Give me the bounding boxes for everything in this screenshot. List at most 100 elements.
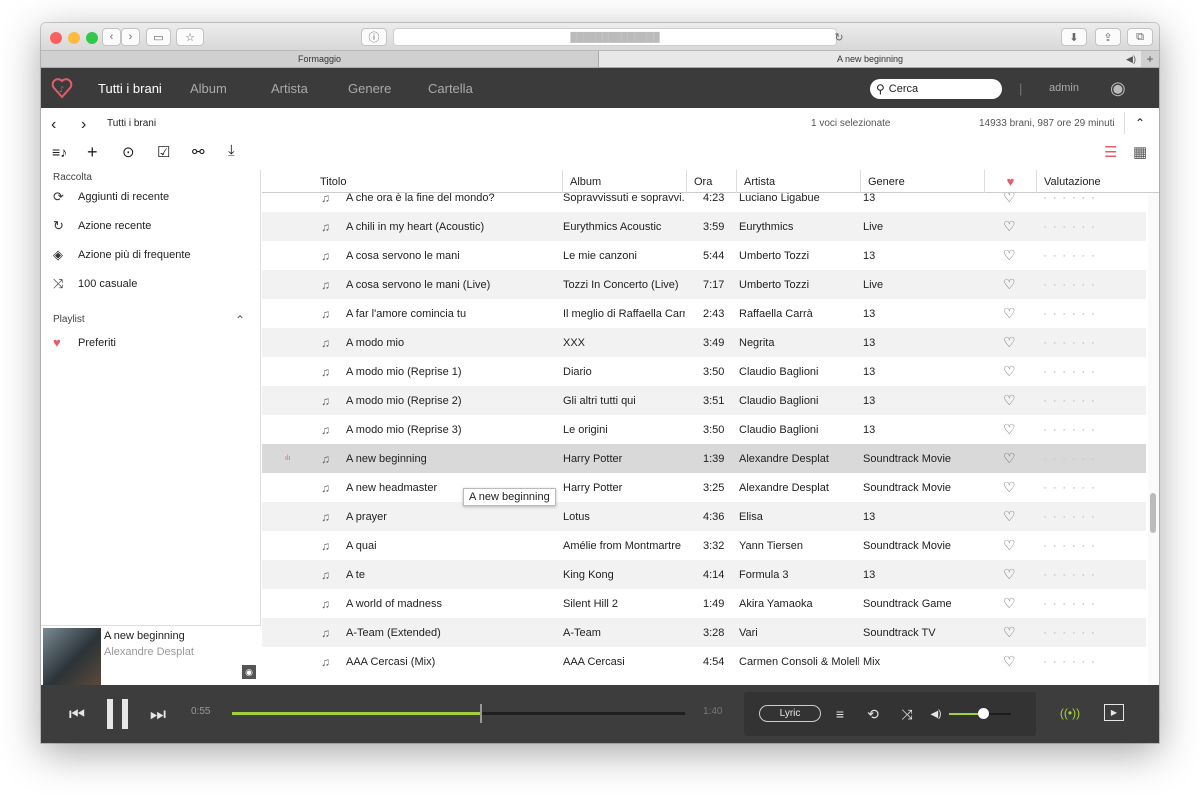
heart-outline-icon[interactable]: ♡ <box>1003 357 1019 386</box>
list-view-icon[interactable]: ☰ <box>1104 143 1117 161</box>
info-icon[interactable]: ⓘ <box>361 28 387 46</box>
rating-stars[interactable]: ● ● ● ● ● ● <box>1044 531 1124 560</box>
heart-outline-icon[interactable]: ♡ <box>1003 299 1019 328</box>
user-name[interactable]: admin <box>1049 68 1079 108</box>
table-row[interactable]: ♫ A chili in my heart (Acoustic) Eurythmic… <box>262 212 1146 241</box>
col-title[interactable]: Titolo <box>313 170 347 193</box>
rating-stars[interactable]: ● ● ● ● ● ● <box>1044 241 1124 270</box>
download-icon[interactable]: ⬇ <box>1061 28 1087 46</box>
table-row[interactable]: ♫ A new headmaster Harry Potter 3:25 Alexand… <box>262 473 1146 502</box>
forward-icon[interactable]: › <box>121 28 140 46</box>
sidebar-toggle-icon[interactable]: ▭ <box>146 28 171 46</box>
heart-outline-icon[interactable]: ♡ <box>1003 589 1019 618</box>
nav-genere[interactable]: Genere <box>348 68 391 108</box>
rating-stars[interactable]: ● ● ● ● ● ● <box>1044 444 1124 473</box>
table-row[interactable]: ♫ A world of madness Silent Hill 2 1:49 Akir… <box>262 589 1146 618</box>
sidebar-item-recent-action[interactable]: ↻ Azione recente <box>53 218 151 234</box>
rating-stars[interactable]: ● ● ● ● ● ● <box>1044 589 1124 618</box>
col-artist[interactable]: Artista <box>736 170 860 193</box>
col-time[interactable]: Ora <box>686 170 736 193</box>
collapse-icon[interactable]: ⌃ <box>1135 116 1145 130</box>
collapse-icon[interactable]: ⌃ <box>235 313 245 327</box>
video-play-icon[interactable]: ▶ <box>1104 704 1124 721</box>
table-row[interactable]: ♫ AAA Cercasi (Mix) AAA Cercasi 4:54 Carmen … <box>262 647 1146 676</box>
broadcast-icon[interactable]: ((•)) <box>1057 702 1083 724</box>
rating-stars[interactable]: ● ● ● ● ● ● <box>1044 328 1124 357</box>
app-logo-icon[interactable]: ♪ <box>51 68 73 108</box>
lyric-button[interactable]: Lyric <box>759 705 821 722</box>
unlink-icon[interactable]: ⚯ <box>192 143 205 161</box>
table-row[interactable]: ♫ A cosa servono le mani (Live) Tozzi In C… <box>262 270 1146 299</box>
volume-handle[interactable] <box>978 708 990 719</box>
heart-outline-icon[interactable]: ♡ <box>1003 444 1019 473</box>
rating-stars[interactable]: ● ● ● ● ● ● <box>1044 386 1124 415</box>
queue-icon[interactable]: ≡ <box>830 704 850 724</box>
heart-outline-icon[interactable]: ♡ <box>1003 531 1019 560</box>
sidebar-item-frequent[interactable]: ◈ Azione più di frequente <box>53 247 191 263</box>
queue-icon[interactable]: ≡♪ <box>52 144 67 160</box>
close-window-button[interactable] <box>50 32 62 44</box>
minimize-window-button[interactable] <box>68 32 80 44</box>
nav-tutti-i-brani[interactable]: Tutti i brani <box>98 68 162 108</box>
play-circle-icon[interactable]: ⊙ <box>122 143 135 161</box>
heart-outline-icon[interactable]: ♡ <box>1003 241 1019 270</box>
grid-view-icon[interactable]: ▦ <box>1133 143 1147 161</box>
select-icon[interactable]: ☑ <box>157 143 170 161</box>
heart-outline-icon[interactable]: ♡ <box>1003 270 1019 299</box>
search-input[interactable]: ⚲ Cerca <box>870 79 1002 99</box>
user-avatar-icon[interactable]: ◉ <box>1110 68 1126 108</box>
progress-handle[interactable] <box>480 704 483 723</box>
scrollbar-thumb[interactable] <box>1150 493 1156 533</box>
address-bar[interactable]: ██████████████ <box>393 28 837 46</box>
download-icon[interactable]: ⤓ <box>228 142 235 159</box>
table-row[interactable]: ♫ A te King Kong 4:14 Formula 3 13 ♡ ● ● ● ● ● … <box>262 560 1146 589</box>
table-row[interactable]: ılı ♫ A new beginning Harry Potter 1:39 Alexa… <box>262 444 1146 473</box>
rating-stars[interactable]: ● ● ● ● ● ● <box>1044 560 1124 589</box>
heart-outline-icon[interactable]: ♡ <box>1003 502 1019 531</box>
volume-icon[interactable]: ◀) <box>928 705 944 723</box>
previous-icon[interactable]: ⏮ <box>65 703 89 725</box>
rating-stars[interactable]: ● ● ● ● ● ● <box>1044 212 1124 241</box>
rating-stars[interactable]: ● ● ● ● ● ● <box>1044 618 1124 647</box>
bookmarks-icon[interactable]: ☆ <box>176 28 204 46</box>
rating-stars[interactable]: ● ● ● ● ● ● <box>1044 647 1124 676</box>
table-row[interactable]: ♫ A modo mio (Reprise 3) Le origini 3:50 Cla… <box>262 415 1146 444</box>
heart-outline-icon[interactable]: ♡ <box>1003 618 1019 647</box>
back-icon[interactable]: ‹ <box>102 28 121 46</box>
sidebar-item-recent-added[interactable]: ⟳ Aggiunti di recente <box>53 189 169 205</box>
volume-slider[interactable] <box>949 708 1011 719</box>
progress-bar[interactable] <box>232 704 685 723</box>
rating-stars[interactable]: ● ● ● ● ● ● <box>1044 502 1124 531</box>
back-icon[interactable]: ‹ <box>51 116 56 134</box>
rating-stars[interactable]: ● ● ● ● ● ● <box>1044 357 1124 386</box>
col-genre[interactable]: Genere <box>860 170 984 193</box>
heart-outline-icon[interactable]: ♡ <box>1003 560 1019 589</box>
rating-stars[interactable]: ● ● ● ● ● ● <box>1044 270 1124 299</box>
rating-stars[interactable]: ● ● ● ● ● ● <box>1044 473 1124 502</box>
col-rating[interactable]: Valutazione <box>1036 170 1159 193</box>
zoom-window-button[interactable] <box>86 32 98 44</box>
heart-outline-icon[interactable]: ♡ <box>1003 386 1019 415</box>
tab-current[interactable]: A new beginning <box>599 51 1141 67</box>
tabs-overview-icon[interactable]: ⧉ <box>1127 28 1153 46</box>
nav-album[interactable]: Album <box>190 68 227 108</box>
heart-outline-icon[interactable]: ♡ <box>1003 328 1019 357</box>
add-icon[interactable]: + <box>87 142 98 163</box>
sidebar-item-random[interactable]: ⤨ 100 casuale <box>53 276 137 292</box>
heart-outline-icon[interactable]: ♡ <box>1003 415 1019 444</box>
table-row[interactable]: ♫ A-Team (Extended) A-Team 3:28 Vari Soundtra… <box>262 618 1146 647</box>
nav-artista[interactable]: Artista <box>271 68 308 108</box>
shuffle-icon[interactable]: ⤨ <box>897 704 917 724</box>
table-row[interactable]: ♫ A modo mio (Reprise 2) Gli altri tutti q… <box>262 386 1146 415</box>
tab-formaggio[interactable]: Formaggio <box>41 51 599 67</box>
repeat-icon[interactable]: ⟲ <box>863 704 883 724</box>
rating-stars[interactable]: ● ● ● ● ● ● <box>1044 299 1124 328</box>
table-row[interactable]: ♫ A modo mio (Reprise 1) Diario 3:50 Claudio… <box>262 357 1146 386</box>
rating-stars[interactable]: ● ● ● ● ● ● <box>1044 415 1124 444</box>
share-icon[interactable]: ⇪ <box>1095 28 1121 46</box>
col-album[interactable]: Album <box>562 170 686 193</box>
table-row[interactable]: ♫ A prayer Lotus 4:36 Elisa 13 ♡ ● ● ● ● ● ● <box>262 502 1146 531</box>
table-row[interactable]: ♫ A far l'amore comincia tu Il meglio di R… <box>262 299 1146 328</box>
col-favorite-heart-icon[interactable]: ♥ <box>984 170 1036 193</box>
breadcrumb[interactable]: Tutti i brani <box>107 118 156 129</box>
